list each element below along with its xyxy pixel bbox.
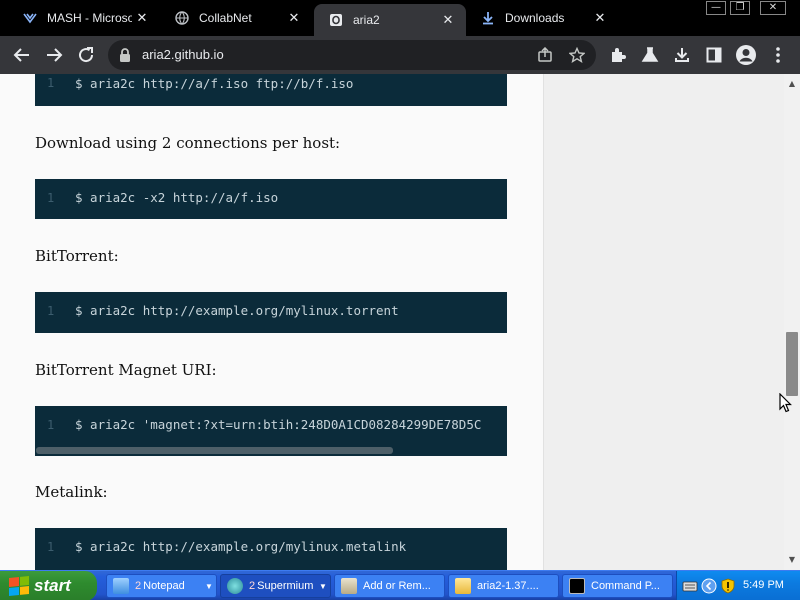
section-heading: Metalink: [35, 483, 108, 501]
folder-icon [455, 578, 471, 594]
add-remove-programs-icon [341, 578, 357, 594]
code-line: $ aria2c http://example.org/mylinux.torr… [75, 303, 399, 318]
page-sidebar [543, 74, 784, 570]
tab-downloads[interactable]: Downloads ✕ [466, 4, 618, 32]
taskbar-command-prompt[interactable]: Command P... [562, 574, 673, 598]
labs-flask-icon[interactable] [638, 43, 662, 67]
close-tab-icon[interactable]: ✕ [590, 10, 610, 26]
horizontal-scrollbar-thumb[interactable] [36, 447, 393, 454]
url-text[interactable]: aria2.github.io [142, 47, 224, 62]
vertical-scrollbar-thumb[interactable] [786, 332, 798, 396]
close-tab-icon[interactable]: ✕ [132, 10, 152, 26]
code-block-scrollable: 1 $ aria2c 'magnet:?xt=urn:btih:248D0A1C… [35, 406, 507, 456]
share-icon[interactable] [534, 44, 556, 66]
address-bar[interactable]: aria2.github.io [108, 40, 596, 70]
tab-collabnet[interactable]: CollabNet ✕ [160, 4, 312, 32]
line-number: 1 [47, 191, 55, 205]
start-button[interactable]: start [0, 571, 97, 600]
window-count: 2 [135, 580, 142, 592]
scroll-up-arrow-icon[interactable]: ▲ [784, 76, 800, 92]
back-arrow-icon[interactable] [10, 43, 34, 67]
taskbar-notepad[interactable]: 2 Notepad ▼ [106, 574, 217, 598]
line-number: 1 [47, 304, 55, 318]
horizontal-scrollbar[interactable] [35, 446, 507, 456]
vertical-scrollbar[interactable]: ▲ ▼ [784, 74, 800, 570]
code-line: $ aria2c http://example.org/mylinux.meta… [75, 539, 407, 554]
taskbar-aria2-folder[interactable]: aria2-1.37.... [448, 574, 559, 598]
scroll-down-arrow-icon[interactable]: ▼ [784, 552, 800, 568]
task-label: Command P... [591, 580, 660, 592]
mouse-cursor-icon [779, 393, 792, 413]
close-tab-icon[interactable]: ✕ [284, 10, 304, 26]
tab-title: Downloads [505, 11, 565, 25]
code-line: $ aria2c -x2 http://a/f.iso [75, 190, 279, 205]
code-line: $ aria2c 'magnet:?xt=urn:btih:248D0A1CD0… [75, 417, 482, 432]
restore-button[interactable]: ❐ [730, 1, 750, 15]
menu-icon[interactable] [766, 43, 790, 67]
keyboard-icon[interactable] [682, 578, 698, 594]
clock[interactable]: 5:49 PM [743, 579, 784, 591]
task-label: Supermium [257, 580, 314, 592]
code-line: $ aria2c http://a/f.iso ftp://b/f.iso [75, 76, 354, 91]
taskbar-supermium[interactable]: 2 Supermium ▼ [220, 574, 331, 598]
collapse-tray-icon[interactable] [701, 578, 717, 594]
minimize-button[interactable]: — [706, 1, 726, 15]
security-shield-icon[interactable] [720, 578, 736, 594]
star-icon[interactable] [566, 44, 588, 66]
lock-icon[interactable] [118, 47, 132, 63]
chevron-down-icon: ▼ [319, 581, 327, 591]
download-icon[interactable] [670, 43, 694, 67]
task-label: Notepad [143, 580, 185, 592]
window-count: 2 [249, 580, 256, 592]
task-label: aria2-1.37.... [477, 580, 539, 592]
taskbar-add-remove-programs[interactable]: Add or Rem... [334, 574, 445, 598]
windows-logo-icon [9, 575, 29, 597]
side-panel-icon[interactable] [702, 43, 726, 67]
tab-strip: MASH - Microsoft ✕ CollabNet ✕ aria2 ✕ D… [0, 0, 800, 36]
forward-arrow-icon[interactable] [42, 43, 66, 67]
reload-icon[interactable] [74, 43, 98, 67]
task-label: Add or Rem... [363, 580, 431, 592]
extensions-icon[interactable] [606, 43, 630, 67]
line-number: 1 [47, 418, 55, 432]
chevron-down-icon: ▼ [205, 581, 213, 591]
line-number: 1 [47, 76, 55, 90]
notepad-icon [113, 578, 129, 594]
tab-title: aria2 [353, 13, 380, 27]
code-block: 1 $ aria2c http://example.org/mylinux.to… [35, 292, 507, 333]
globe-icon [174, 10, 190, 26]
supermium-icon [227, 578, 243, 594]
mash-logo-icon [22, 10, 38, 26]
close-window-button[interactable]: ✕ [760, 1, 786, 15]
close-tab-icon[interactable]: ✕ [438, 12, 458, 28]
system-tray: 5:49 PM [676, 571, 800, 600]
tab-title: MASH - Microsoft [47, 11, 132, 25]
section-heading: BitTorrent Magnet URI: [35, 361, 217, 379]
aria2-logo-icon [328, 12, 344, 28]
page-viewport: 1 $ aria2c http://a/f.iso ftp://b/f.iso … [0, 74, 800, 570]
browser-toolbar: aria2.github.io [0, 36, 800, 74]
line-number: 1 [47, 540, 55, 554]
command-prompt-icon [569, 578, 585, 594]
profile-icon[interactable] [734, 43, 758, 67]
code-block: 1 $ aria2c http://example.org/mylinux.me… [35, 528, 507, 570]
code-block: 1 $ aria2c -x2 http://a/f.iso [35, 179, 507, 219]
section-heading: Download using 2 connections per host: [35, 134, 341, 152]
section-heading: BitTorrent: [35, 247, 119, 265]
windows-taskbar: start 2 Notepad ▼ 2 Supermium ▼ Add or R… [0, 570, 800, 600]
start-label: start [34, 576, 71, 595]
main-content: 1 $ aria2c http://a/f.iso ftp://b/f.iso … [0, 74, 543, 570]
tab-aria2[interactable]: aria2 ✕ [314, 4, 466, 36]
download-icon [480, 10, 496, 26]
code-block: 1 $ aria2c http://a/f.iso ftp://b/f.iso [35, 74, 507, 106]
tab-mash[interactable]: MASH - Microsoft ✕ [8, 4, 160, 32]
tab-title: CollabNet [199, 11, 252, 25]
